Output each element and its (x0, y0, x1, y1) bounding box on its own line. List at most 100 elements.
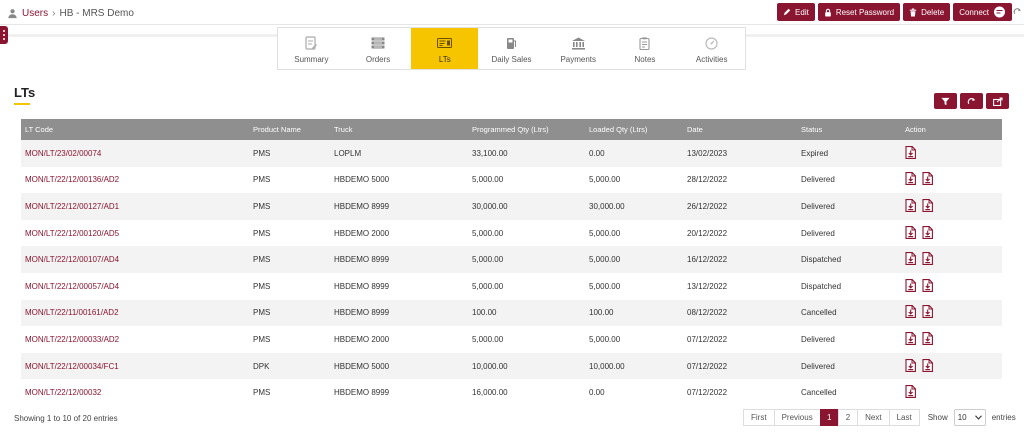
date-cell: 20/12/2022 (687, 228, 728, 238)
product-name-cell: PMS (253, 175, 271, 185)
table-row: MON/LT/22/12/00057/AD4 PMS HBDEMO 8999 5,00… (21, 273, 1002, 300)
download-document-icon[interactable] (905, 278, 916, 294)
lt-code-link[interactable]: MON/LT/22/12/00120/AD5 (21, 220, 249, 247)
download-document-icon[interactable] (905, 252, 916, 267)
status-cell: Expired (801, 148, 829, 158)
tab-lts-label: LTs (438, 55, 451, 64)
tab-bar: Summary Orders LTs Daily Sales Payments … (277, 27, 746, 70)
filter-icon (941, 97, 950, 105)
reset-password-button[interactable]: Reset Password (817, 3, 901, 21)
action-cell (901, 379, 1002, 406)
export-button[interactable] (986, 93, 1009, 109)
tab-summary[interactable]: Summary (278, 28, 345, 69)
download-document-icon[interactable] (922, 332, 933, 347)
loaded-qty-cell: 5,000.00 (589, 334, 621, 344)
truck-cell: HBDEMO 2000 (334, 228, 390, 238)
col-status[interactable]: Status (797, 119, 901, 140)
edit-button[interactable]: Edit (777, 3, 815, 21)
lt-code-link[interactable]: MON/LT/22/12/00057/AD4 (21, 273, 249, 300)
lt-table: LT Code Product Name Truck Programmed Qt… (21, 119, 1002, 406)
download-document-icon[interactable] (905, 332, 916, 347)
truck-cell: HBDEMO 5000 (334, 361, 390, 371)
col-date[interactable]: Date (683, 119, 797, 140)
download-document-icon[interactable] (922, 305, 933, 320)
download-document-icon[interactable] (922, 358, 933, 374)
refresh-icon[interactable] (1013, 7, 1022, 17)
page-2-button[interactable]: 2 (837, 409, 859, 426)
refresh-button[interactable] (960, 93, 983, 109)
lt-code-link[interactable]: MON/LT/22/11/00161/AD2 (21, 300, 249, 327)
action-cell (901, 220, 1002, 247)
truck-cell: HBDEMO 8999 (334, 308, 390, 318)
product-name-cell: PMS (253, 281, 271, 291)
lock-icon (825, 8, 831, 16)
reset-password-button-label: Reset Password (835, 7, 895, 17)
filter-button[interactable] (934, 93, 957, 109)
download-document-icon[interactable] (905, 358, 916, 374)
page-1-button[interactable]: 1 (819, 409, 839, 426)
dashboard-icon (705, 36, 718, 50)
tab-lts[interactable]: LTs (411, 28, 479, 69)
sidebar-toggle[interactable] (0, 26, 8, 44)
status-cell: Cancelled (801, 308, 837, 318)
tab-orders[interactable]: Orders (345, 28, 412, 69)
connect-button[interactable]: Connect (953, 3, 1012, 21)
action-cell (901, 273, 1002, 300)
pencil-icon (783, 8, 791, 16)
download-document-icon[interactable] (922, 199, 933, 214)
download-document-icon[interactable] (922, 225, 933, 241)
download-document-icon[interactable] (922, 252, 933, 267)
download-document-icon[interactable] (905, 172, 916, 187)
table-body: MON/LT/23/02/00074 PMS LOPLM 33,100.00 0.00 1… (21, 140, 1002, 406)
programmed-qty-cell: 5,000.00 (472, 281, 504, 291)
chevron-down-icon (974, 415, 982, 420)
title-underline (14, 103, 30, 105)
first-page-button[interactable]: First (743, 409, 775, 426)
lt-code-link[interactable]: MON/LT/22/12/00127/AD1 (21, 193, 249, 220)
truck-cell: HBDEMO 8999 (334, 388, 390, 398)
lt-code-link[interactable]: MON/LT/23/02/00074 (21, 140, 249, 167)
programmed-qty-cell: 16,000.00 (472, 388, 508, 398)
tab-activities[interactable]: Activities (678, 28, 745, 69)
col-lt-code[interactable]: LT Code (21, 119, 249, 140)
breadcrumb-users-link[interactable]: Users (22, 8, 48, 19)
truck-cell: HBDEMO 5000 (334, 175, 390, 185)
download-document-icon[interactable] (905, 145, 916, 161)
download-document-icon[interactable] (922, 172, 933, 187)
tab-notes[interactable]: Notes (612, 28, 679, 69)
delete-button[interactable]: Delete (903, 3, 951, 21)
tab-daily-sales[interactable]: Daily Sales (478, 28, 545, 69)
loaded-qty-cell: 0.00 (589, 388, 605, 398)
lt-code-link[interactable]: MON/LT/22/12/00107/AD4 (21, 246, 249, 273)
date-cell: 07/12/2022 (687, 334, 728, 344)
top-bar: Users › HB - MRS Demo Edit Reset Passwor… (0, 0, 1024, 25)
download-document-icon[interactable] (905, 199, 916, 214)
download-document-icon[interactable] (905, 385, 916, 400)
truck-cell: HBDEMO 8999 (334, 255, 390, 265)
previous-page-button[interactable]: Previous (773, 409, 821, 426)
page-size-select[interactable]: 10 (953, 409, 986, 426)
col-truck[interactable]: Truck (330, 119, 468, 140)
truck-cell: LOPLM (334, 148, 362, 158)
loaded-qty-cell: 10,000.00 (589, 361, 625, 371)
lt-code-link[interactable]: MON/LT/22/12/00136/AD2 (21, 167, 249, 194)
download-document-icon[interactable] (905, 305, 916, 320)
lt-code-link[interactable]: MON/LT/22/12/00032 (21, 379, 249, 406)
date-cell: 13/02/2023 (687, 148, 728, 158)
lt-code-link[interactable]: MON/LT/22/12/00034/FC1 (21, 353, 249, 380)
download-document-icon[interactable] (905, 225, 916, 241)
col-programmed-qty[interactable]: Programmed Qty (Ltrs) (468, 119, 585, 140)
pagination: First Previous 1 2 Next Last Show 10 ent… (743, 409, 1016, 426)
download-document-icon[interactable] (922, 278, 933, 294)
last-page-button[interactable]: Last (888, 409, 920, 426)
tab-payments[interactable]: Payments (545, 28, 612, 69)
date-cell: 28/12/2022 (687, 175, 728, 185)
lt-code-link[interactable]: MON/LT/22/12/00033/AD2 (21, 326, 249, 353)
col-product-name[interactable]: Product Name (249, 119, 330, 140)
table-row: MON/LT/22/12/00120/AD5 PMS HBDEMO 2000 5,00… (21, 220, 1002, 247)
product-name-cell: PMS (253, 228, 271, 238)
top-actions: Edit Reset Password Delete Connect (777, 3, 1012, 21)
orders-icon (371, 37, 385, 49)
col-loaded-qty[interactable]: Loaded Qty (Ltrs) (585, 119, 683, 140)
next-page-button[interactable]: Next (857, 409, 890, 426)
